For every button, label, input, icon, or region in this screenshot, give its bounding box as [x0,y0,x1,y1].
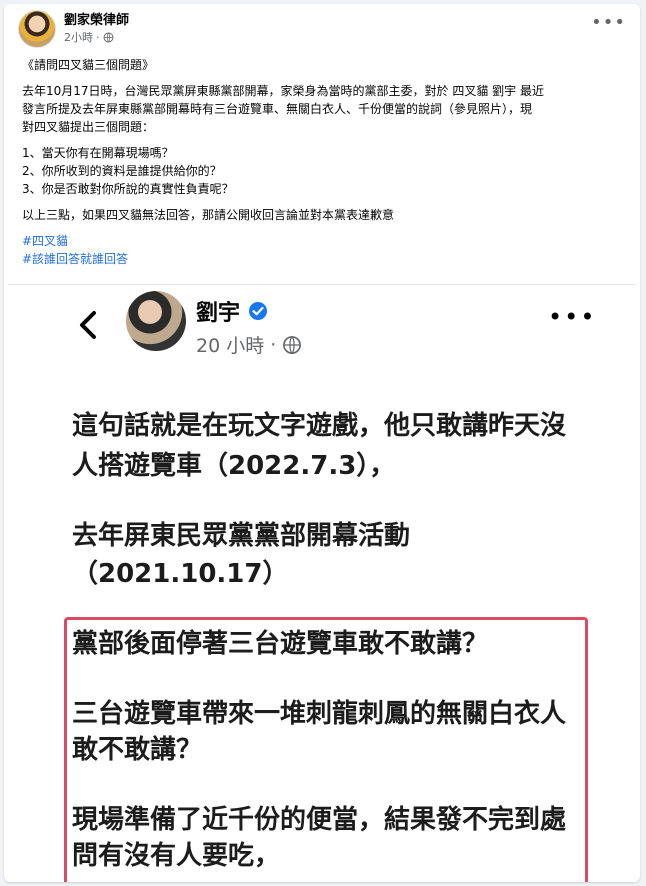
screenshot-text-line: 人搭遊覽車（2022.7.3）， [72,451,396,481]
screenshot-author-avatar [126,291,186,351]
highlighted-text-line: 現場準備了近千份的便當，結果發不完到處 [72,805,567,835]
hashtag-link[interactable]: #該誰回答就誰回答 [22,252,128,266]
screenshot-text-line: 去年屏東民眾黨黨部開幕活動 [72,521,411,551]
more-options-button[interactable]: ••• [591,12,626,33]
screenshot-time: 20 小時 [196,335,265,357]
hashtag-link[interactable]: #四叉貓 [22,234,68,248]
highlighted-text-line: 敢不敢講？ [72,735,203,765]
post-paragraph-line: 去年10月17日時，台灣民眾黨屏東縣黨部開幕，家榮身為當時的黨部主委，對於 四叉… [22,84,544,98]
screenshot-text-line: 這句話就是在玩文字遊戲，他只敢講昨天沒 [72,411,567,441]
question-1: 1、當天你有在開幕現場嗎？ [22,146,174,160]
globe-icon [283,335,302,354]
highlighted-text-line: 三台遊覽車帶來一堆刺龍刺鳳的無關白衣人 [72,699,567,729]
author-avatar[interactable] [18,10,56,48]
back-arrow-icon [80,311,96,339]
post-paragraph-line: 對四叉貓提出三個問題： [22,120,155,134]
attached-screenshot-image[interactable]: 劉宇 20 小時 · ••• 這句話就是在玩文字遊戲，他只敢講昨天沒 人搭遊覽車… [8,284,636,882]
post-body: 《請問四叉貓三個問題》 去年10月17日時，台灣民眾黨屏東縣黨部開幕，家榮身為當… [22,56,626,268]
screenshot-text-line: （2021.10.17） [72,559,289,589]
post-time[interactable]: 2小時 [64,29,93,45]
screenshot-author-name-row: 劉宇 [196,295,268,327]
screenshot-meta: 20 小時 · [196,331,302,358]
screenshot-more-icon: ••• [548,303,597,331]
post-title: 《請問四叉貓三個問題》 [22,58,155,72]
meta-separator: · [96,30,100,44]
post-meta: 2小時 · [64,29,114,45]
highlighted-text-line: 黨部後面停著三台遊覽車敢不敢講？ [72,629,489,659]
author-name[interactable]: 劉家榮律師 [64,9,129,28]
post-closing: 以上三點，如果四叉貓無法回答，那請公開收回言論並對本黨表達歉意 [22,208,395,222]
screenshot-author-name: 劉宇 [196,301,241,326]
question-2: 2、你所收到的資料是誰提供給你的？ [22,164,222,178]
question-3: 3、你是否敢對你所說的真實性負責呢？ [22,182,234,196]
globe-icon [103,32,113,42]
post-paragraph-line: 發言所提及去年屏東縣黨部開幕時有三台遊覽車、無關白衣人、千份便當的說詞（參見照片… [22,102,533,116]
highlighted-text-line: 問有沒有人要吃， [72,841,281,871]
facebook-post: 劉家榮律師 2小時 · ••• 《請問四叉貓三個問題》 去年10月17日時，台灣… [4,4,640,882]
verified-badge-icon [249,302,268,320]
meta-separator: · [270,333,277,356]
post-header: 劉家榮律師 2小時 · ••• [4,4,640,52]
